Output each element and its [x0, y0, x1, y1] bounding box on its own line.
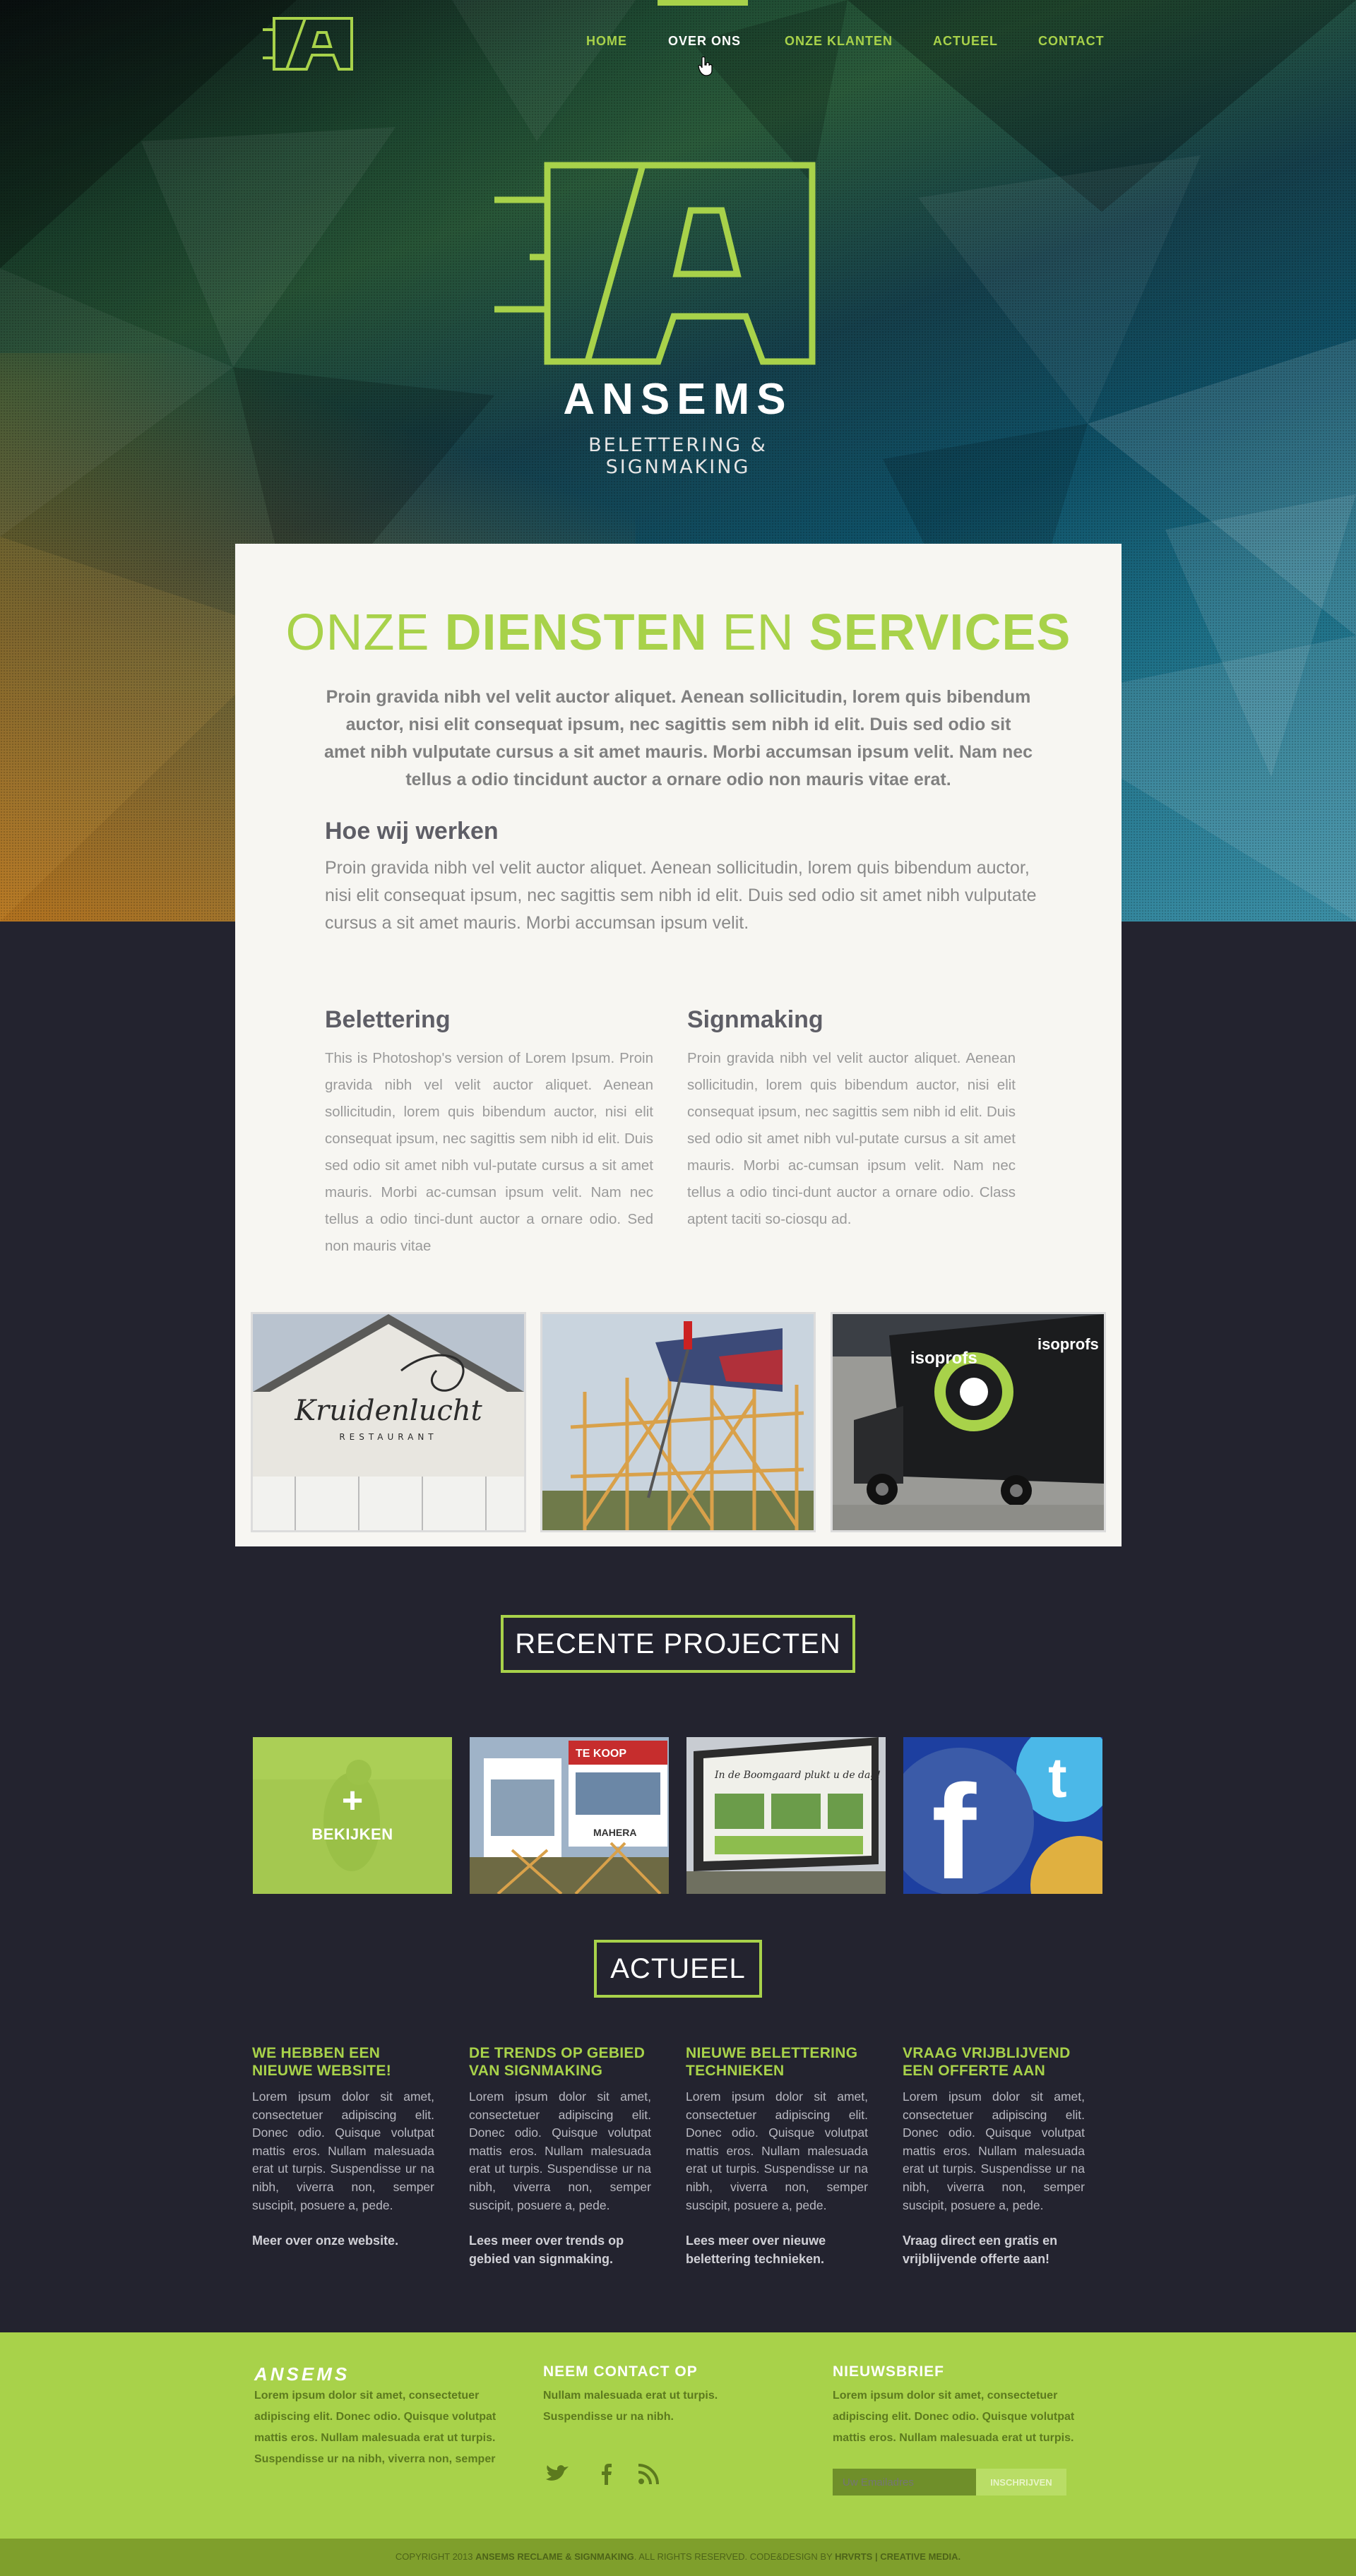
- footer-brand: ANSEMS: [254, 2363, 350, 2385]
- rss-icon[interactable]: [635, 2459, 663, 2488]
- footer-contact-heading: NEEM CONTACT OP: [543, 2363, 698, 2380]
- copyright-bar: COPYRIGHT 2013 ANSEMS RECLAME & SIGNMAKI…: [0, 2539, 1356, 2576]
- copyright-text: COPYRIGHT 2013 ANSEMS RECLAME & SIGNMAKI…: [395, 2551, 961, 2562]
- news-item: DE TRENDS OP GEBIED VAN SIGNMAKING Lorem…: [469, 2044, 651, 2268]
- newsletter-subscribe-button[interactable]: INSCHRIJVEN: [976, 2469, 1066, 2496]
- signmaking-heading: Signmaking: [687, 1006, 823, 1033]
- news-item-title[interactable]: NIEUWE BELETTERING TECHNIEKEN: [686, 2044, 868, 2080]
- facebook-f-icon: f: [932, 1758, 977, 1894]
- services-intro: Proin gravida nibh vel velit auctor aliq…: [323, 687, 1033, 789]
- truck-brand-right: isoprofs: [1037, 1335, 1099, 1353]
- nav-item-home[interactable]: HOME: [586, 34, 627, 49]
- project-3-sign-text: In de Boomgaard plukt u de dag!: [714, 1770, 881, 1781]
- footer-brand-text: Lorem ipsum dolor sit amet, consectetuer…: [254, 2390, 496, 2465]
- belettering-text: This is Photoshop's version of Lorem Ips…: [325, 1050, 653, 1254]
- twitter-bird-icon: t: [1048, 1746, 1067, 1809]
- recent-projects-heading: RECENTE PROJECTEN: [501, 1615, 855, 1673]
- hero-brand-name: ANSEMS: [563, 375, 793, 424]
- footer-newsletter-text: Lorem ipsum dolor sit amet, consectetuer…: [833, 2390, 1075, 2444]
- services-title: ONZE DIENSTEN EN SERVICES: [285, 604, 1071, 661]
- news-item-title[interactable]: VRAAG VRIJBLIJVEND EEN OFFERTE AAN: [903, 2044, 1085, 2080]
- news-item-text: Lorem ipsum dolor sit amet, consectetuer…: [903, 2089, 1085, 2212]
- hero-tagline: BELETTERING & SIGNMAKING: [588, 434, 768, 478]
- footer: ANSEMS Lorem ipsum dolor sit amet, conse…: [0, 2332, 1356, 2539]
- restaurant-sign-text: Kruidenlucht: [294, 1395, 482, 1427]
- news-item: NIEUWE BELETTERING TECHNIEKEN Lorem ipsu…: [686, 2044, 868, 2268]
- nav-item-actueel[interactable]: ACTUEEL: [933, 34, 998, 49]
- main-nav: HOME OVER ONS ONZE KLANTEN ACTUEEL CONTA…: [565, 0, 1130, 78]
- project-view-label[interactable]: BEKIJKEN: [253, 1825, 452, 1844]
- news-item-read-more[interactable]: Lees meer over nieuwe belettering techni…: [686, 2231, 868, 2268]
- restaurant-sign-subtext: RESTAURANT: [339, 1432, 437, 1442]
- service-photo-restaurant-sign[interactable]: Kruidenlucht RESTAURANT: [251, 1312, 526, 1532]
- hand-cursor-icon: [698, 56, 713, 76]
- project-thumb-3[interactable]: In de Boomgaard plukt u de dag!: [686, 1737, 886, 1894]
- news-item-text: Lorem ipsum dolor sit amet, consectetuer…: [686, 2089, 868, 2212]
- hero-logo-mark: [494, 162, 816, 365]
- project-2-sign-1: TE KOOP: [576, 1748, 626, 1760]
- nav-logo[interactable]: [263, 16, 355, 72]
- project-2-sign-2: MAHERA: [593, 1827, 636, 1838]
- news-item-text: Lorem ipsum dolor sit amet, consectetuer…: [252, 2089, 434, 2212]
- nav-item-over-ons[interactable]: OVER ONS: [668, 34, 741, 49]
- news-item-title[interactable]: DE TRENDS OP GEBIED VAN SIGNMAKING: [469, 2044, 651, 2080]
- services-card: ONZE DIENSTEN EN SERVICES Proin gravida …: [235, 544, 1122, 1546]
- project-thumb-2[interactable]: TE KOOP MAHERA: [470, 1737, 669, 1894]
- news-item-text: Lorem ipsum dolor sit amet, consectetuer…: [469, 2089, 651, 2212]
- how-we-work-heading: Hoe wij werken: [325, 818, 499, 845]
- news-item-read-more[interactable]: Vraag direct een gratis en vrijblijvende…: [903, 2231, 1085, 2268]
- news-item-title[interactable]: WE HEBBEN EEN NIEUWE WEBSITE!: [252, 2044, 434, 2080]
- project-thumb-1[interactable]: + BEKIJKEN: [253, 1737, 452, 1894]
- news-item-read-more[interactable]: Meer over onze website.: [252, 2231, 434, 2250]
- plus-icon: +: [341, 1780, 364, 1821]
- signmaking-text: Proin gravida nibh vel velit auctor aliq…: [687, 1050, 1016, 1227]
- project-thumb-4[interactable]: t f: [903, 1737, 1102, 1894]
- credit-link[interactable]: HRVRTS | CREATIVE MEDIA.: [835, 2551, 961, 2562]
- footer-newsletter-heading: NIEUWSBRIEF: [833, 2363, 944, 2380]
- how-we-work-text: Proin gravida nibh vel velit auctor aliq…: [325, 858, 1037, 933]
- nav-item-onze-klanten[interactable]: ONZE KLANTEN: [785, 34, 893, 49]
- news-item-read-more[interactable]: Lees meer over trends op gebied van sign…: [469, 2231, 651, 2268]
- newsletter-email-input[interactable]: [833, 2469, 976, 2496]
- service-photo-billboard-scaffold[interactable]: [540, 1312, 816, 1532]
- news-item: WE HEBBEN EEN NIEUWE WEBSITE! Lorem ipsu…: [252, 2044, 434, 2250]
- facebook-icon[interactable]: [593, 2459, 621, 2488]
- nav-item-contact[interactable]: CONTACT: [1038, 34, 1105, 49]
- news-item: VRAAG VRIJBLIJVEND EEN OFFERTE AAN Lorem…: [903, 2044, 1085, 2268]
- twitter-icon[interactable]: [543, 2459, 571, 2488]
- news-heading: ACTUEEL: [594, 1940, 762, 1998]
- truck-brand-left: isoprofs: [910, 1349, 977, 1368]
- footer-contact-text: Nullam malesuada erat ut turpis. Suspend…: [543, 2390, 718, 2423]
- belettering-heading: Belettering: [325, 1006, 451, 1033]
- service-photo-truck-wrap[interactable]: isoprofs isoprofs: [831, 1312, 1106, 1532]
